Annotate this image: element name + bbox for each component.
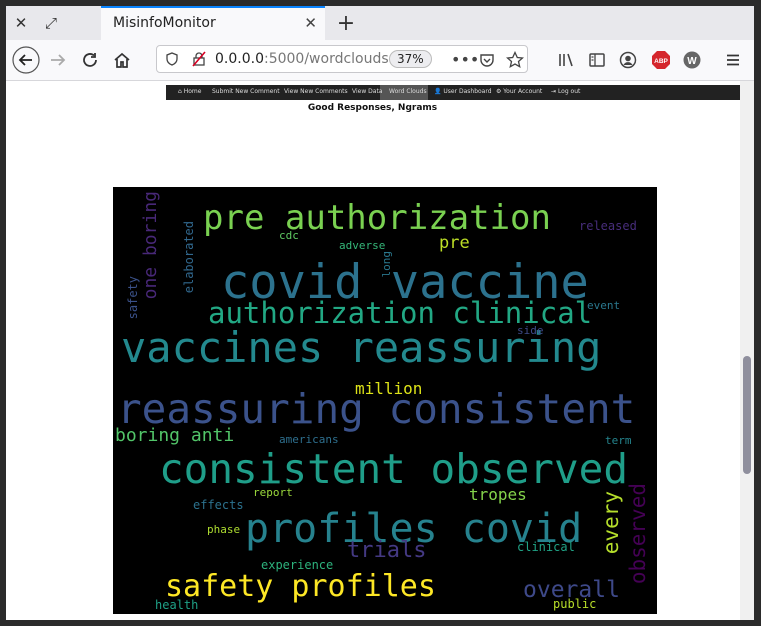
tab-misinfomonitor[interactable]: MisinfoMonitor ✕ [101,6,325,40]
word-cloud-word: adverse [339,239,386,252]
page-content: ⌂ Home Submit New Comment View New Comme… [6,81,754,620]
pocket-icon[interactable] [479,52,495,68]
nav-view-new-comments[interactable]: View New Comments [284,88,348,95]
word-cloud-word: long [380,251,393,278]
nav-log-out[interactable]: ⇥ Log out [551,88,580,95]
svg-text:ABP: ABP [654,58,668,65]
page-title: Good Responses, Ngrams [307,103,438,113]
site-navbar: ⌂ Home Submit New Comment View New Comme… [166,85,740,100]
home-icon [114,52,130,68]
word-cloud-word: event [587,299,621,312]
url-text[interactable]: 0.0.0.0:5000/wordclouds [215,51,389,67]
shield-icon[interactable] [165,52,179,66]
nav-your-account[interactable]: ⚙ Your Account [496,88,542,95]
adblock-plus-icon[interactable]: ABP [648,46,674,74]
navigation-toolbar: 0.0.0.0:5000/wordclouds 37% ••• ABP W [6,40,754,81]
word-cloud-word: trials [347,538,427,563]
extension-w-icon[interactable]: W [679,46,705,74]
nav-home[interactable]: ⌂ Home [178,88,201,95]
word-cloud-word: side [517,324,544,337]
word-cloud-word: report [253,486,293,499]
word-cloud-word: every [599,491,623,555]
url-bar[interactable]: 0.0.0.0:5000/wordclouds 37% ••• [156,45,528,73]
reload-icon [83,53,97,67]
zoom-indicator[interactable]: 37% [389,50,432,68]
word-cloud-word: experience [261,558,334,572]
url-path: :5000/wordclouds [263,51,389,67]
forward-arrow-icon [51,54,66,66]
tab-strip: ✕ ⤢ MisinfoMonitor ✕ + [6,6,754,40]
back-arrow-icon [12,46,40,74]
word-cloud-word: safety [126,276,140,320]
sidebar-icon[interactable] [584,46,610,74]
word-cloud-word: effects [193,498,244,512]
word-cloud-word: americans [279,433,339,446]
library-icon[interactable] [553,46,579,74]
tab-title: MisinfoMonitor [113,15,216,31]
back-button[interactable] [12,46,40,74]
scrollbar-thumb[interactable] [743,356,751,474]
word-cloud-word: health [155,598,199,612]
word-cloud-word: cdc [279,229,299,242]
nav-your-account-label: Your Account [503,88,543,95]
word-cloud-word: term [605,434,632,447]
nav-user-dashboard[interactable]: 👤 User Dashboard [434,88,492,95]
word-cloud-word: clinical [517,540,575,554]
word-cloud-word: public [553,597,597,611]
word-cloud-word: observed [626,483,650,585]
nav-log-out-label: Log out [557,88,581,95]
fullscreen-icon[interactable]: ⤢ [36,6,66,40]
account-icon[interactable] [615,46,641,74]
new-tab-icon[interactable]: + [332,6,360,40]
reload-button[interactable] [76,46,104,74]
word-cloud-word: safety profiles [165,569,436,604]
word-cloud-image: pre authorization covid vaccine authorizat… [113,187,657,614]
nav-user-dashboard-label: User Dashboard [443,88,492,95]
close-window-icon[interactable]: ✕ [6,6,36,40]
word-cloud-word: elaborated [182,221,196,294]
word-cloud-word: pre authorization [203,198,551,238]
word-cloud-word: million [355,379,423,398]
word-cloud-word: one boring [140,191,161,300]
page-actions-icon[interactable]: ••• [451,50,479,69]
hamburger-menu-icon[interactable] [720,46,746,74]
insecure-lock-icon[interactable] [191,51,207,67]
forward-button[interactable] [44,46,72,74]
word-cloud-word: pre [439,233,470,253]
url-host: 0.0.0.0 [215,51,264,67]
svg-text:W: W [687,56,697,67]
nav-view-data[interactable]: View Data [352,88,382,95]
home-button[interactable] [108,46,136,74]
nav-submit-new-comment[interactable]: Submit New Comment [212,88,280,95]
word-cloud-word: tropes [469,485,527,504]
scrollbar[interactable] [740,81,754,620]
bookmark-star-icon[interactable] [506,51,524,69]
word-cloud-word: consistent observed [159,445,628,493]
word-cloud-word: boring anti [115,425,235,446]
nav-home-label: Home [183,88,202,95]
tab-close-icon[interactable]: ✕ [304,14,317,32]
browser-window: ✕ ⤢ MisinfoMonitor ✕ + 0.0.0.0:5000/word… [6,6,754,620]
word-cloud-word: phase [207,523,241,536]
word-cloud-word: released [579,219,637,233]
nav-word-clouds[interactable]: Word Clouds [389,88,427,95]
